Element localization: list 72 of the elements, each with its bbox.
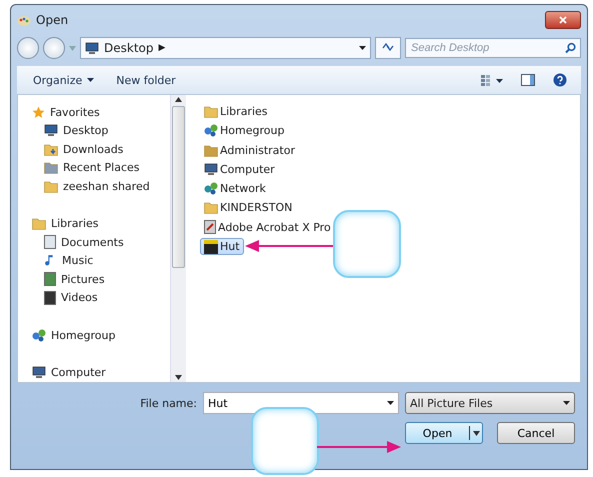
window-title: Open [36, 13, 70, 27]
dropdown-icon [359, 46, 366, 50]
navigation-item[interactable]: Desktop [32, 121, 170, 140]
callout-bubble [333, 210, 401, 278]
refresh-button[interactable] [375, 37, 401, 59]
people-icon [32, 328, 46, 342]
file-item[interactable]: Homegroup [200, 122, 288, 140]
scroll-down-icon [175, 375, 182, 380]
caret-icon [87, 78, 94, 82]
people-icon [204, 124, 218, 138]
new-folder-button[interactable]: New folder [114, 72, 178, 88]
address-location: Desktop [104, 41, 154, 55]
paint-palette-icon [17, 13, 31, 27]
callout-bubble [251, 407, 319, 475]
refresh-icon [382, 42, 394, 52]
folder-icon [204, 201, 218, 214]
navigation-item[interactable]: Homegroup [32, 326, 170, 344]
navigation-item[interactable]: Documents [32, 232, 170, 252]
file-type-dropdown[interactable]: All Picture Files [405, 392, 575, 414]
computer-icon [204, 162, 218, 176]
dropdown-icon [387, 401, 394, 405]
file-item[interactable]: Network [200, 180, 270, 198]
download-folder-icon [44, 142, 58, 156]
recent-places-icon [44, 161, 58, 174]
user-folder-icon [204, 144, 218, 157]
library-folder-icon [204, 105, 218, 118]
navigation-item[interactable]: Recent Places [32, 158, 170, 177]
file-item[interactable]: Libraries [200, 103, 272, 120]
back-button[interactable] [17, 37, 39, 59]
folder-icon [44, 180, 58, 193]
navigation-item[interactable]: Music [32, 251, 170, 270]
dropdown-icon [563, 401, 570, 405]
organize-button[interactable]: Organize [31, 72, 96, 88]
star-icon [32, 106, 45, 119]
close-icon [559, 16, 567, 24]
monitor-icon [85, 42, 99, 54]
pdf-shortcut-icon [204, 220, 216, 234]
file-item[interactable]: Administrator [200, 142, 299, 159]
file-item[interactable]: Hut [200, 238, 244, 256]
scrollbar[interactable] [170, 95, 186, 382]
library-folder-icon [32, 217, 46, 230]
fireworks-file-icon [204, 240, 218, 254]
computer-icon [32, 366, 46, 380]
monitor-icon [44, 124, 58, 138]
open-button[interactable]: Open [405, 422, 483, 444]
navigation-item[interactable]: zeeshan shared [32, 176, 170, 196]
file-item[interactable]: Computer [200, 160, 279, 178]
navigation-item[interactable]: Favorites [32, 103, 170, 122]
file-item[interactable]: KINDERSTON [200, 199, 296, 216]
navigation-item[interactable]: Libraries [32, 214, 170, 233]
file-item[interactable]: Adobe Acrobat X Pro [200, 218, 335, 236]
help-icon[interactable] [553, 73, 567, 87]
picture-icon [44, 272, 56, 286]
navigation-item[interactable]: Videos [32, 288, 170, 307]
document-icon [44, 235, 56, 250]
file-name-field[interactable]: Hut [203, 392, 399, 414]
close-button[interactable] [545, 11, 581, 29]
navigation-item[interactable]: Computer [32, 364, 170, 382]
caret-icon [472, 430, 480, 436]
file-name-label: File name: [140, 396, 197, 410]
breadcrumb-separator: ▶ [158, 43, 166, 53]
navigation-item[interactable]: Pictures [32, 270, 170, 288]
navigation-item[interactable]: Downloads [32, 140, 170, 158]
dropdown-icon [69, 46, 76, 50]
scroll-up-icon [175, 97, 182, 102]
search-field[interactable]: Search Desktop [405, 38, 581, 58]
search-icon [565, 42, 576, 54]
preview-pane-icon[interactable] [521, 74, 535, 86]
forward-button[interactable] [43, 37, 65, 59]
view-options-icon[interactable] [481, 74, 503, 86]
address-bar[interactable]: Desktop ▶ [80, 37, 371, 59]
cancel-button[interactable]: Cancel [497, 422, 575, 444]
